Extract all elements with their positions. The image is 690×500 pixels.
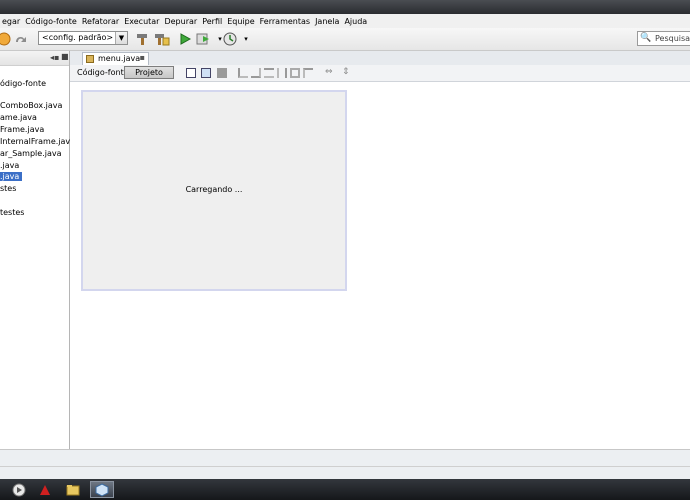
config-select[interactable]: <config. padrão> ▼ xyxy=(38,31,128,45)
window-title-bar xyxy=(0,0,690,14)
netbeans-ide-icon[interactable] xyxy=(90,481,114,498)
selection-mode-icon[interactable] xyxy=(186,68,196,78)
align-top-icon[interactable] xyxy=(277,68,287,78)
center-horizontal-icon[interactable] xyxy=(264,68,274,78)
tree-item[interactable]: .java xyxy=(0,161,19,170)
align-right-icon[interactable] xyxy=(251,68,261,78)
tree-item[interactable]: ódigo-fonte xyxy=(0,79,46,88)
clean-build-icon[interactable] xyxy=(154,31,170,47)
tree-item[interactable]: testes xyxy=(0,208,24,217)
search-placeholder: Pesquisar xyxy=(655,34,690,43)
menu-run[interactable]: Executar xyxy=(122,17,162,26)
menu-profile[interactable]: Perfil xyxy=(200,17,225,26)
search-icon: 🔍 xyxy=(640,33,652,43)
design-view-button[interactable]: Projeto xyxy=(124,66,174,79)
config-select-value: <config. padrão> xyxy=(42,33,114,42)
connection-mode-icon[interactable] xyxy=(201,68,211,78)
menu-tools[interactable]: Ferramentas xyxy=(258,17,313,26)
menu-help[interactable]: Ajuda xyxy=(342,17,370,26)
redo-icon[interactable] xyxy=(12,31,28,47)
tree-item[interactable]: ame.java xyxy=(0,113,37,122)
menu-team[interactable]: Equipe xyxy=(225,17,257,26)
close-icon[interactable]: ▪ xyxy=(140,53,145,62)
preview-design-icon[interactable] xyxy=(217,68,227,78)
pdf-reader-icon[interactable] xyxy=(33,481,57,498)
center-vertical-icon[interactable] xyxy=(303,68,313,78)
form-preview[interactable]: Carregando ... xyxy=(81,90,347,291)
resize-vertical-icon[interactable]: ⇕ xyxy=(342,67,352,77)
projects-panel-header: ◂▪ ■ xyxy=(0,51,69,66)
source-view-button[interactable]: Código-fonte xyxy=(77,68,129,77)
tab-menu-java[interactable]: menu.java ▪ xyxy=(82,52,149,65)
menu-window[interactable]: Janela xyxy=(313,17,342,26)
align-bottom-icon[interactable] xyxy=(290,68,300,78)
chevron-down-icon[interactable]: ▼ xyxy=(115,32,127,44)
tab-label: menu.java xyxy=(98,54,141,63)
media-player-icon[interactable] xyxy=(7,481,31,498)
editor-tab-row: menu.java ▪ xyxy=(70,51,690,66)
status-divider xyxy=(0,466,690,467)
design-canvas[interactable]: Carregando ... xyxy=(70,82,690,449)
close-icon[interactable]: ■ xyxy=(61,52,69,61)
build-hammer-icon[interactable] xyxy=(134,31,150,47)
tree-item[interactable]: Frame.java xyxy=(0,125,44,134)
undo-icon[interactable] xyxy=(0,31,12,47)
menu-refactor[interactable]: Refatorar xyxy=(80,17,122,26)
loading-text: Carregando ... xyxy=(185,185,243,194)
folder-icon[interactable] xyxy=(61,481,85,498)
chevron-down-icon[interactable]: ▾ xyxy=(238,31,254,47)
align-left-icon[interactable] xyxy=(238,68,248,78)
debug-icon[interactable] xyxy=(196,31,212,47)
tree-item[interactable]: InternalFrame.java xyxy=(0,137,75,146)
profile-icon[interactable] xyxy=(222,31,238,47)
tree-item[interactable]: stes xyxy=(0,184,16,193)
tree-item-selected[interactable]: .java xyxy=(0,172,23,181)
projects-panel: ◂▪ ■ ódigo-fonte ComboBox.java ame.java Fra… xyxy=(0,51,75,449)
menu-debug[interactable]: Depurar xyxy=(162,17,200,26)
minimize-window-icon[interactable]: ◂▪ xyxy=(50,53,59,62)
main-toolbar: <config. padrão> ▼ ▾ ▾ 🔍 Pesquisar xyxy=(0,28,690,51)
menu-source[interactable]: Código-fonte xyxy=(23,17,80,26)
menu-navigate[interactable]: egar xyxy=(0,17,23,26)
java-file-icon xyxy=(86,55,94,63)
tree-item[interactable]: ComboBox.java xyxy=(0,101,62,110)
menu-bar: egar Código-fonte Refatorar Executar Dep… xyxy=(0,14,690,28)
taskbar xyxy=(0,479,690,500)
tree-item[interactable]: ar_Sample.java xyxy=(0,149,62,158)
run-icon[interactable] xyxy=(177,31,193,47)
resize-horizontal-icon[interactable]: ⇔ xyxy=(325,67,339,77)
designer-toolbar: Código-fonte Projeto ⇔ ⇕ xyxy=(70,65,690,82)
search-input[interactable]: 🔍 Pesquisar xyxy=(637,31,690,46)
status-bar xyxy=(0,449,690,480)
